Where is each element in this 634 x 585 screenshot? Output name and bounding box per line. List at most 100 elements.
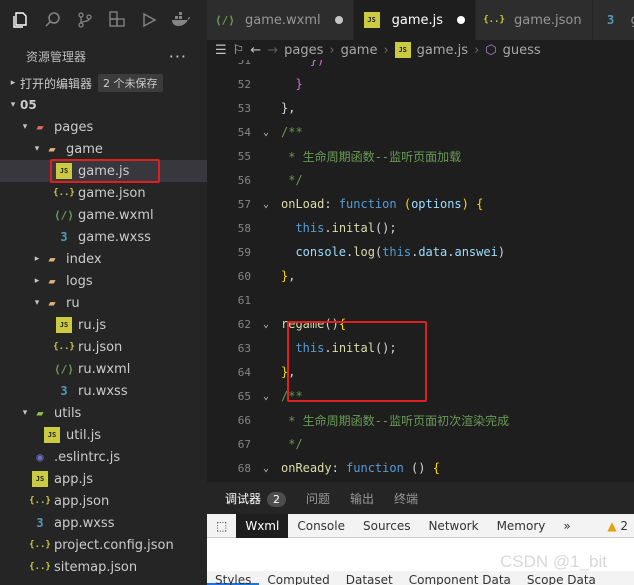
file-item[interactable]: JS app.js	[0, 468, 207, 490]
open-editors-label: 打开的编辑器	[20, 76, 93, 91]
tree-item-label: pages	[54, 119, 94, 135]
extensions-icon[interactable]	[106, 9, 128, 31]
source-control-icon[interactable]	[74, 9, 96, 31]
chevron-down-icon: ▾	[10, 100, 16, 110]
more-tabs-icon[interactable]: »	[554, 514, 579, 538]
list-icon[interactable]: ☰	[215, 43, 227, 58]
file-item[interactable]: 3 app.wxss	[0, 512, 207, 534]
code-line: 66 * 生命周期函数--监听页面初次渲染完成	[207, 408, 634, 432]
file-item[interactable]: JS ru.js	[0, 314, 207, 336]
fold-chevron-icon[interactable]: ⌄	[251, 391, 281, 402]
json-file-icon: {..}	[29, 562, 51, 572]
styles-pane-tab[interactable]: Styles	[207, 571, 260, 585]
folder-item[interactable]: ▾ ▰ game	[0, 138, 207, 160]
docker-icon[interactable]	[170, 9, 192, 31]
folder-icon: ▰	[48, 252, 56, 266]
watermark: CSDN @1_bit	[500, 552, 608, 571]
code-text: })	[309, 60, 325, 67]
js-file-icon: JS	[394, 42, 411, 58]
styles-pane-tab[interactable]: Scope Data	[519, 571, 604, 585]
tree-item-label: ru.wxml	[78, 361, 131, 377]
devtools-tab[interactable]: Console	[288, 514, 354, 538]
count-badge: 2	[267, 491, 287, 507]
unsaved-dot-icon[interactable]	[334, 16, 343, 24]
back-icon[interactable]: ←	[250, 43, 261, 58]
chevron-right-icon: ▸	[34, 254, 40, 264]
warning-count[interactable]: ▲ 2	[607, 519, 634, 533]
file-item[interactable]: 3 ru.wxss	[0, 380, 207, 402]
workspace-root[interactable]: ▾ 05	[0, 94, 207, 116]
folder-item[interactable]: ▾ ▰ pages	[0, 116, 207, 138]
line-number: 54	[237, 125, 251, 139]
wxss-file-icon: 3	[36, 516, 44, 530]
code-text: */	[281, 173, 303, 187]
panel-tab[interactable]: 问题	[306, 490, 330, 507]
breadcrumb-item-game[interactable]: game	[341, 43, 378, 58]
file-item[interactable]: JS game.js	[0, 160, 207, 182]
editor-tab[interactable]: {..} game.json	[476, 0, 593, 40]
bookmark-icon[interactable]: ⚐	[233, 43, 245, 58]
folder-item[interactable]: ▸ ▰ index	[0, 248, 207, 270]
eslint-icon: ◉	[36, 450, 44, 464]
file-item[interactable]: {..} sitemap.json	[0, 556, 207, 578]
code-text: regame(){	[281, 317, 347, 331]
line-number: 59	[237, 245, 251, 259]
explorer-header: 资源管理器 ···	[0, 40, 207, 72]
debug-icon[interactable]	[138, 9, 160, 31]
devtools-tab[interactable]: Memory	[488, 514, 555, 538]
more-actions-icon[interactable]: ···	[169, 47, 187, 66]
fold-chevron-icon[interactable]: ⌄	[251, 199, 281, 210]
fold-chevron-icon[interactable]: ⌄	[251, 319, 281, 330]
folder-item[interactable]: ▾ ▰ ru	[0, 292, 207, 314]
fold-chevron-icon[interactable]: ⌄	[251, 463, 281, 474]
folder-item[interactable]: ▾ ▰ utils	[0, 402, 207, 424]
file-item[interactable]: ⟨/⟩ game.wxml	[0, 204, 207, 226]
panel-tab[interactable]: 输出	[350, 490, 374, 507]
search-icon[interactable]	[42, 9, 64, 31]
file-item[interactable]: 3 game.wxss	[0, 226, 207, 248]
code-line: 54 ⌄/**	[207, 120, 634, 144]
styles-pane-tab[interactable]: Dataset	[338, 571, 401, 585]
json-file-icon: {..}	[29, 496, 51, 506]
editor-tab[interactable]: ⟨/⟩ game.wxml	[207, 0, 354, 40]
file-item[interactable]: {..} app.json	[0, 490, 207, 512]
activity-bar	[0, 0, 207, 40]
js-file-icon: JS	[44, 427, 60, 443]
file-item[interactable]: ⟨/⟩ ru.wxml	[0, 358, 207, 380]
tree-item-label: logs	[66, 273, 93, 289]
folder-item[interactable]: ▸ ▰ logs	[0, 270, 207, 292]
devtools-tab[interactable]: Wxml	[236, 513, 289, 538]
devtools-tab[interactable]: Network	[419, 514, 487, 538]
chevron-right-icon: ▸	[34, 276, 40, 286]
editor-tab[interactable]: 3 game	[592, 0, 634, 40]
file-item[interactable]: {..} game.json	[0, 182, 207, 204]
editor-tab[interactable]: JS game.js	[353, 0, 477, 40]
folder-icon: ▰	[36, 406, 44, 420]
forward-icon[interactable]: →	[267, 43, 278, 58]
styles-pane-tab[interactable]: Computed	[259, 571, 337, 585]
unsaved-dot-icon[interactable]	[457, 16, 466, 24]
panel-tab[interactable]: 调试器 2	[225, 490, 287, 507]
file-item[interactable]: JS util.js	[0, 424, 207, 446]
inspect-element-icon[interactable]: ⬚	[207, 514, 236, 538]
devtools-tab[interactable]: Sources	[354, 514, 419, 538]
styles-pane-tab[interactable]: Component Data	[401, 571, 519, 585]
fold-chevron-icon[interactable]: ⌄	[251, 127, 281, 138]
code-line: 55 * 生命周期函数--监听页面加载	[207, 144, 634, 168]
line-number: 55	[237, 149, 251, 163]
code-line: 65 ⌄/**	[207, 384, 634, 408]
line-number: 52	[237, 77, 251, 91]
file-item[interactable]: {..} ru.json	[0, 336, 207, 358]
wxss-file-icon: 3	[60, 230, 68, 244]
breadcrumb-item-symbol[interactable]: guess	[503, 43, 541, 58]
explorer-icon[interactable]	[10, 9, 32, 31]
panel-tab-label: 输出	[350, 491, 375, 506]
breadcrumb-item-pages[interactable]: pages	[284, 43, 323, 58]
json-file-icon: {..}	[483, 15, 505, 25]
open-editors-section[interactable]: ▸ 打开的编辑器 2 个未保存	[0, 72, 207, 94]
breadcrumb-item-file[interactable]: game.js	[417, 43, 468, 58]
panel-tab[interactable]: 终端	[394, 490, 418, 507]
file-item[interactable]: {..} project.config.json	[0, 534, 207, 556]
code-editor[interactable]: 51 }) 52 } 53}, 54 ⌄/** 55 * 生命周期函数--监听页面加载 56…	[207, 60, 634, 482]
file-item[interactable]: ◉ .eslintrc.js	[0, 446, 207, 468]
